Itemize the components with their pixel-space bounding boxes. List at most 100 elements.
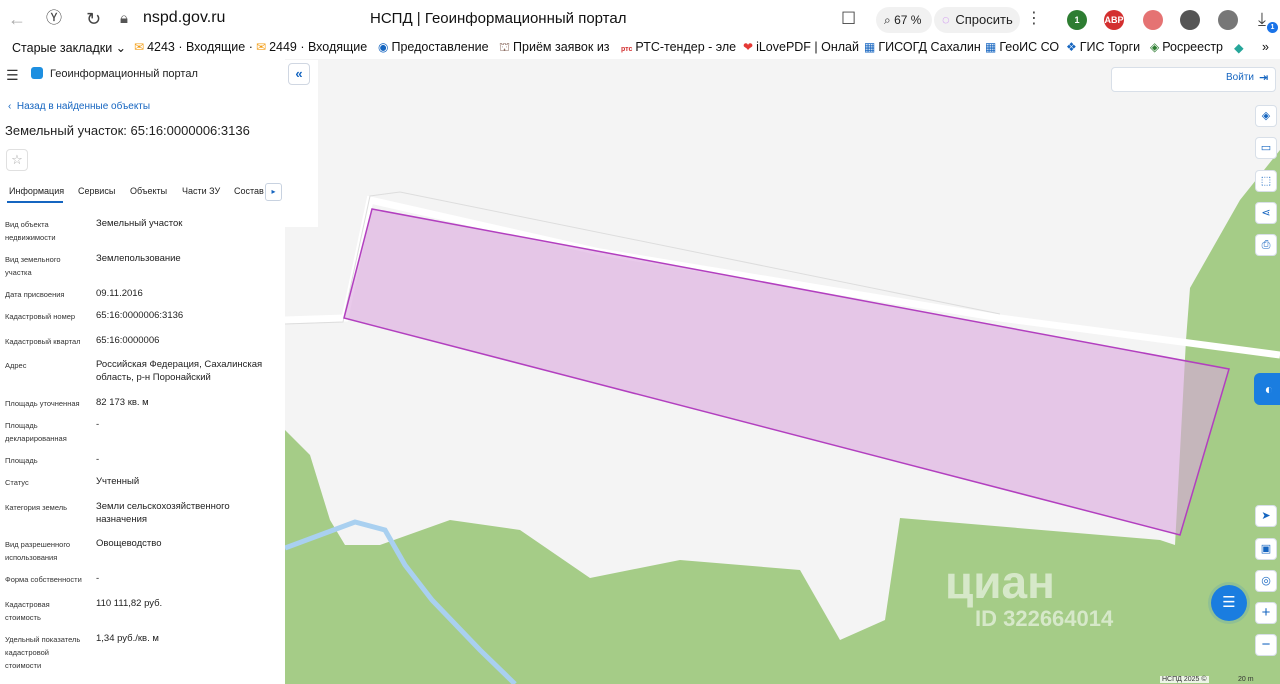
tab-info[interactable]: Информация xyxy=(9,186,64,196)
downloads-icon[interactable]: ⤓ xyxy=(1258,8,1266,30)
back-link[interactable]: ‹ Назад в найденные объекты xyxy=(8,101,150,112)
heart-icon: ❤ xyxy=(743,40,754,54)
select-area-icon[interactable]: ⬚ xyxy=(1255,170,1277,192)
tab-composition[interactable]: Состав xyxy=(234,186,264,196)
field-label: Кадастровый квартал xyxy=(5,337,81,346)
bookmarks-bar: Старые закладки ⌄ ✉ 4243 · Входящие · ✉ 24… xyxy=(0,38,1280,59)
cian-watermark: циан xyxy=(945,556,1055,608)
field-label: Кадастровая стоимость xyxy=(5,600,50,622)
extension-4-icon[interactable] xyxy=(1180,10,1200,30)
ask-label: Спросить xyxy=(955,12,1013,27)
bookmark-mail-1[interactable]: ✉ 4243 · Входящие · xyxy=(134,40,253,54)
tabs-next-button[interactable]: ▸ xyxy=(265,183,282,201)
bookmark-gisogd[interactable]: ▦ ГИСОГД Сахалин xyxy=(864,40,981,54)
bookmark-label: 4243 · Входящие · xyxy=(147,40,253,54)
field-value: 82 173 кв. м xyxy=(96,397,149,408)
extension-5-icon[interactable] xyxy=(1218,10,1238,30)
field-value: Землепользование xyxy=(96,253,181,264)
globe-icon: ◉ xyxy=(378,40,389,54)
bookmark-mail-2[interactable]: ✉ 2449 · Входящие xyxy=(256,40,367,54)
extension-1-icon[interactable]: 1 xyxy=(1067,10,1087,30)
reload-icon[interactable]: ↻ xyxy=(86,8,101,30)
bookmark-geois[interactable]: ▦ ГеоИС СО xyxy=(985,40,1059,54)
page-title: НСПД | Геоинформационный портал xyxy=(370,10,627,27)
bookmark-label: РТС-тендер - эле xyxy=(635,40,737,54)
assistant-icon[interactable]: ◐ xyxy=(1254,373,1280,405)
collapse-panel-button[interactable]: « xyxy=(288,63,310,85)
field-label: Дата присвоения xyxy=(5,290,65,299)
ruler-icon[interactable]: ▭ xyxy=(1255,137,1277,159)
mail-icon: ✉ xyxy=(134,40,145,54)
back-label: Назад в найденные объекты xyxy=(16,101,151,112)
field-label: Удельный показатель кадастровой стоимост… xyxy=(5,635,81,670)
layers-icon[interactable]: ◈ xyxy=(1255,105,1277,127)
chat-icon[interactable]: ☰ xyxy=(1211,585,1247,621)
mail-icon: ✉ xyxy=(256,40,267,54)
field-value: Земли сельскохозяйственного назначения xyxy=(96,501,230,525)
extension-bookmark-icon[interactable]: ◆ xyxy=(1234,40,1244,55)
field-value: 110 111,82 руб. xyxy=(96,598,163,609)
bookmark-torgi[interactable]: ❖ ГИС Торги xyxy=(1066,40,1140,54)
map-canvas[interactable]: циан ID 322664014 xyxy=(285,59,1280,684)
map-attribution: НСПД 2025 © xyxy=(1160,676,1209,683)
share-icon[interactable]: ⋖ xyxy=(1255,202,1277,224)
bookmark-applications[interactable]: ⛫ Приём заявок из xyxy=(499,40,610,56)
zoom-in-icon[interactable]: + xyxy=(1255,602,1277,624)
locate-icon[interactable]: ➤ xyxy=(1255,505,1277,527)
field-value: Российская Федерация, Сахалинская област… xyxy=(96,359,263,383)
zoom-level: 67 % xyxy=(894,13,922,27)
bookmark-rosreestr[interactable]: ◈ Росреестр xyxy=(1150,40,1223,54)
field-value: - xyxy=(96,454,100,465)
bookmark-rts[interactable]: ртс РТС-тендер - эле xyxy=(621,40,736,54)
adblock-icon[interactable]: ABP xyxy=(1104,10,1124,30)
address-bar[interactable]: nspd.gov.ru xyxy=(143,9,225,27)
bookmark-label: ГеоИС СО xyxy=(999,40,1060,54)
yandex-icon[interactable]: Ⓨ xyxy=(46,8,62,30)
building-icon: ▦ xyxy=(985,40,997,54)
print-icon[interactable]: ⎙ xyxy=(1255,234,1277,256)
tab-objects[interactable]: Объекты xyxy=(130,186,167,196)
bookmark-gosuslugi[interactable]: ◉ Предоставление xyxy=(378,40,489,54)
more-icon[interactable]: ⋮ xyxy=(1026,8,1042,28)
minimap-icon[interactable]: ▣ xyxy=(1255,538,1277,560)
rts-icon: ртс xyxy=(621,46,633,53)
field-label: Площадь декларированная xyxy=(5,421,67,443)
portal-logo-icon xyxy=(31,67,43,79)
field-label: Категория земель xyxy=(5,503,68,512)
lock-icon[interactable]: 🔒︎ xyxy=(120,10,128,27)
bookmark-label: 2449 · Входящие xyxy=(269,40,368,54)
tab-services[interactable]: Сервисы xyxy=(78,186,115,196)
bookmarks-overflow[interactable]: » xyxy=(1262,40,1269,54)
login-label: Войти xyxy=(1226,72,1254,83)
field-label: Вид разрешенного использования xyxy=(5,540,71,562)
field-value: - xyxy=(96,573,100,584)
bookmark-ilovepdf[interactable]: ❤ iLovePDF | Онлай xyxy=(743,40,859,54)
ask-button[interactable]: ◌ Спросить xyxy=(934,7,1020,33)
login-icon: ⇥ xyxy=(1259,72,1269,84)
field-label: Кадастровый номер xyxy=(5,312,76,321)
tab-parts[interactable]: Части ЗУ xyxy=(182,186,220,196)
star-icon[interactable]: ☆ xyxy=(6,149,28,171)
menu-icon[interactable]: ☰ xyxy=(6,67,19,84)
bookmark-label: iLovePDF | Онлай xyxy=(756,40,859,54)
field-value: 65:16:0000006:3136 xyxy=(96,310,184,321)
field-value: Овощеводство xyxy=(96,538,162,549)
field-label: Вид земельного участка xyxy=(5,255,61,277)
back-arrow-icon[interactable]: ← xyxy=(8,8,26,30)
bookmark-label: ГИС Торги xyxy=(1079,40,1141,54)
field-value: 09.11.2016 xyxy=(96,288,143,299)
downloads-badge: 1 xyxy=(1267,22,1278,33)
extension-3-icon[interactable] xyxy=(1143,10,1163,30)
bookmark-label: Приём заявок из xyxy=(513,40,610,54)
bookmark-old[interactable]: Старые закладки ⌄ xyxy=(12,40,126,55)
zoom-button[interactable]: ⌕ 67 % xyxy=(876,7,932,33)
object-title: Земельный участок: 65:16:0000006:3136 xyxy=(5,123,250,138)
zoom-out-icon[interactable]: − xyxy=(1255,634,1277,656)
field-label: Адрес xyxy=(5,361,27,370)
field-label: Статус xyxy=(5,478,29,487)
active-tab-indicator xyxy=(7,201,63,203)
bookmark-icon[interactable]: ☐ xyxy=(841,9,856,29)
map-scale: 20 m xyxy=(1238,676,1254,683)
geolocation-icon[interactable]: ◎ xyxy=(1255,570,1277,592)
bookmark-label: Предоставление xyxy=(391,40,489,54)
